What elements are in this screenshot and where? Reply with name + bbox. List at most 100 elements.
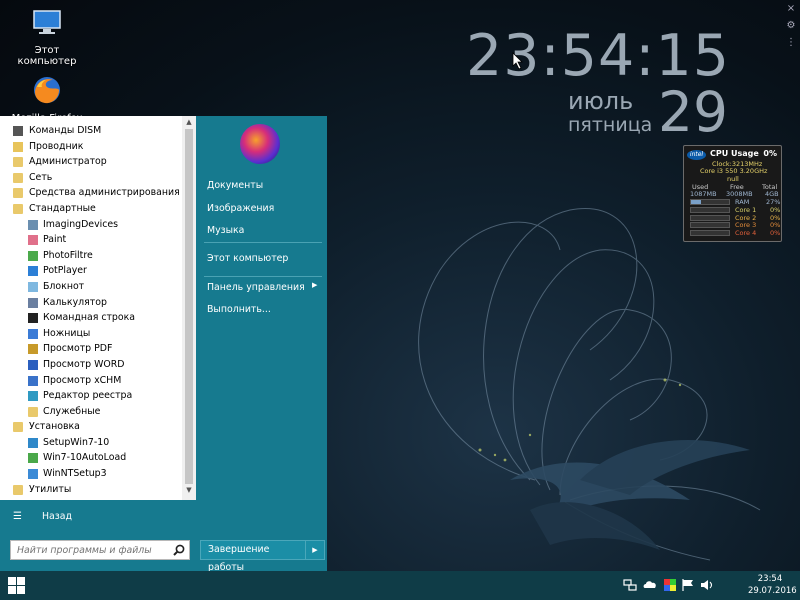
program-item[interactable]: ImagingDevices: [0, 217, 182, 233]
scissors-icon: [28, 328, 38, 339]
program-item[interactable]: SetupWin7-10: [0, 435, 182, 451]
winntsetup-icon: [28, 469, 38, 480]
program-label: Администратор: [29, 156, 107, 168]
link-documents[interactable]: Документы: [207, 180, 263, 191]
link-music[interactable]: Музыка: [207, 225, 244, 236]
program-label: Утилиты: [29, 483, 72, 495]
back-label: Назад: [42, 511, 73, 522]
program-item[interactable]: PotPlayer: [0, 263, 182, 279]
core-bar: [690, 229, 730, 236]
program-item[interactable]: Проводник: [0, 139, 182, 155]
memory-header-row: Used Free Total: [688, 183, 778, 191]
core-row: Core 1 0%: [688, 206, 780, 214]
program-folder[interactable]: Администратор: [0, 154, 182, 170]
taskbar: 23:54 29.07.2016: [0, 571, 800, 600]
shutdown-options-button[interactable]: ▶: [305, 540, 325, 560]
folder-icon: [13, 157, 23, 168]
program-item[interactable]: WinNTSetup3: [0, 466, 182, 482]
windows-start-icon[interactable]: [8, 577, 25, 594]
program-folder[interactable]: Установка: [0, 419, 182, 435]
program-label: Блокнот: [43, 280, 85, 292]
drag-handle-icon[interactable]: ⋮: [784, 36, 798, 50]
program-item[interactable]: Редактор реестра: [0, 388, 182, 404]
core-bar: [690, 214, 730, 221]
program-item[interactable]: Ножницы: [0, 326, 182, 342]
program-label: Проводник: [29, 140, 84, 152]
taskbar-date: 29.07.2016: [748, 586, 797, 596]
user-avatar[interactable]: [240, 124, 280, 164]
program-label: Ножницы: [43, 327, 91, 339]
program-label: Просмотр xCHM: [43, 374, 122, 386]
link-pictures[interactable]: Изображения: [207, 203, 274, 214]
desktop-icon-this-pc[interactable]: Этот компьютер: [4, 6, 90, 67]
folder-icon: [28, 406, 38, 417]
folder-icon: [13, 422, 23, 433]
program-label: PotPlayer: [43, 265, 87, 277]
cpu-usage-gadget: intel CPU Usage 0% Clock:3213MHz Core i3…: [683, 145, 782, 242]
setup-icon: [28, 437, 38, 448]
photofiltre-icon: [28, 250, 38, 261]
network-icon[interactable]: [623, 578, 637, 592]
search-icon[interactable]: [172, 543, 186, 557]
chm-icon: [28, 375, 38, 386]
volume-icon[interactable]: [700, 578, 714, 592]
pdf-icon: [28, 344, 38, 355]
program-label: Редактор реестра: [43, 390, 133, 402]
program-folder[interactable]: Стандартные: [0, 201, 182, 217]
link-control-panel[interactable]: Панель управления: [207, 282, 305, 293]
program-folder[interactable]: Средства администрирования Windows: [0, 185, 182, 201]
program-label: Команды DISM: [29, 125, 102, 136]
program-list-scrollbar[interactable]: ▲ ▼: [182, 116, 196, 500]
program-item[interactable]: Калькулятор: [0, 295, 182, 311]
desktop-icon-label: Этот компьютер: [17, 45, 77, 67]
wrench-icon[interactable]: ⚙: [784, 19, 798, 33]
program-folder[interactable]: Утилиты: [0, 482, 182, 498]
flag-icon[interactable]: [681, 578, 695, 592]
program-item[interactable]: Просмотр xCHM: [0, 373, 182, 389]
link-this-pc[interactable]: Этот компьютер: [207, 253, 288, 264]
memory-values-row: 1087MB 3008MB 4GB: [688, 190, 779, 198]
program-item[interactable]: PhotoFiltre: [0, 248, 182, 264]
program-folder[interactable]: Служебные: [0, 404, 182, 420]
menu-list-icon: ☰: [13, 511, 22, 522]
scroll-thumb[interactable]: [185, 129, 193, 484]
scroll-down-arrow-icon[interactable]: ▼: [182, 486, 196, 496]
search-box[interactable]: [10, 540, 190, 560]
separator: [204, 242, 322, 243]
link-run[interactable]: Выполнить...: [207, 304, 271, 315]
program-list-panel: Команды DISM Проводник Администратор Сеть Ср…: [0, 116, 196, 500]
program-label: Стандартные: [29, 202, 96, 214]
ram-label: RAM: [735, 198, 750, 206]
clock-day: 29: [658, 80, 728, 144]
program-folder[interactable]: Сеть: [0, 170, 182, 186]
play-icon: [28, 266, 38, 277]
chevron-right-icon: ▶: [312, 281, 318, 289]
clock-weekday: пятница: [568, 114, 653, 136]
program-item[interactable]: Блокнот: [0, 279, 182, 295]
program-item[interactable]: Просмотр WORD: [0, 357, 182, 373]
program-label: SetupWin7-10: [43, 436, 110, 448]
folder-icon: [13, 484, 23, 495]
start-menu: Команды DISM Проводник Администратор Сеть Ср…: [0, 116, 327, 573]
program-item[interactable]: Команды DISM: [0, 123, 182, 139]
program-item[interactable]: Просмотр PDF: [0, 341, 182, 357]
program-item[interactable]: Командная строка: [0, 310, 182, 326]
core-row: Core 2 0%: [688, 214, 780, 222]
search-input[interactable]: [11, 541, 167, 559]
cloud-icon[interactable]: [643, 578, 657, 592]
program-item[interactable]: Win7-10AutoLoad: [0, 450, 182, 466]
core-percent: 0%: [770, 228, 781, 237]
firefox-icon: [34, 77, 60, 104]
chevron-right-icon: ▶: [312, 546, 318, 554]
close-icon[interactable]: ×: [784, 2, 798, 16]
color-icon[interactable]: [663, 578, 677, 592]
program-label: Калькулятор: [43, 296, 107, 308]
cpu-title: CPU Usage: [710, 149, 759, 158]
program-item[interactable]: Paint: [0, 232, 182, 248]
taskbar-clock[interactable]: 23:54 29.07.2016: [748, 573, 797, 597]
paint-icon: [28, 235, 38, 246]
scroll-up-arrow-icon[interactable]: ▲: [182, 118, 196, 128]
shutdown-button[interactable]: Завершение работы: [200, 540, 306, 573]
core-bar: [690, 222, 730, 228]
back-button[interactable]: ☰ Назад: [0, 506, 196, 528]
